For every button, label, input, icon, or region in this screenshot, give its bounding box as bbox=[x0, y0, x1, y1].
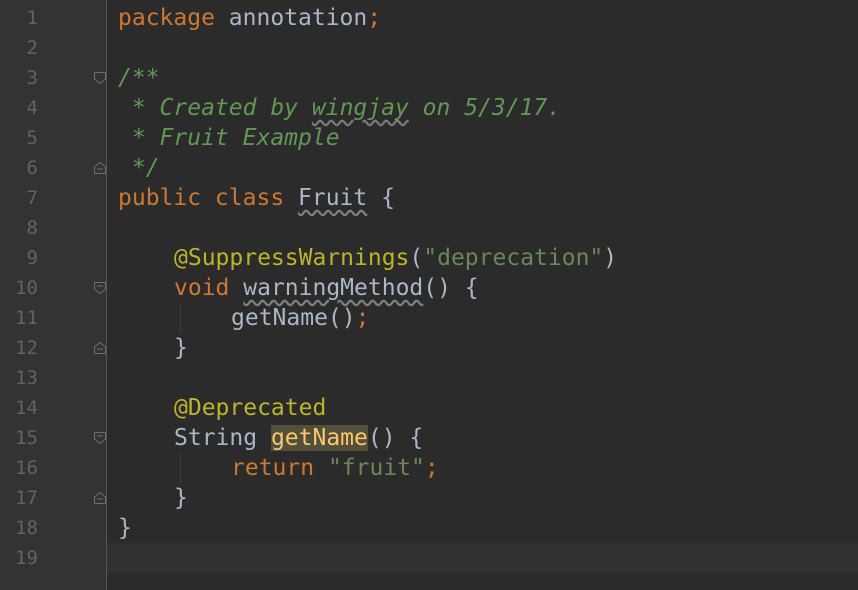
line-number: 2 bbox=[26, 37, 38, 59]
line-number: 10 bbox=[15, 277, 38, 299]
code-line-9[interactable]: @SuppressWarnings("deprecation") bbox=[174, 243, 617, 273]
line-number: 11 bbox=[15, 307, 38, 329]
closing-brace: } bbox=[174, 485, 188, 511]
class-name: Fruit bbox=[298, 185, 368, 211]
code-line-11[interactable]: getName(); bbox=[231, 303, 369, 333]
fold-end-icon[interactable] bbox=[93, 491, 107, 505]
current-line-highlight bbox=[107, 543, 858, 573]
fold-start-icon[interactable] bbox=[93, 71, 107, 85]
method-call: getName() bbox=[231, 305, 356, 331]
fold-start-icon[interactable] bbox=[93, 281, 107, 295]
doc-comment-text: * Fruit Example bbox=[118, 125, 340, 151]
code-line-16[interactable]: return "fruit"; bbox=[231, 453, 439, 483]
line-number: 9 bbox=[26, 247, 38, 269]
line-number: 12 bbox=[15, 337, 38, 359]
method-name: warningMethod bbox=[243, 275, 424, 301]
line-number: 3 bbox=[26, 67, 38, 89]
code-editor[interactable]: 1 2 3 4 5 6 7 8 9 10 11 12 13 14 15 16 1… bbox=[0, 0, 858, 590]
fold-end-icon[interactable] bbox=[93, 341, 107, 355]
void-keyword: void bbox=[174, 275, 244, 301]
semicolon: ; bbox=[355, 305, 370, 331]
closing-brace: } bbox=[174, 335, 188, 361]
method-signature-rest: () { bbox=[367, 425, 424, 451]
package-name: annotation bbox=[214, 5, 368, 31]
string-literal: "deprecation" bbox=[423, 245, 604, 271]
semicolon: ; bbox=[367, 5, 382, 31]
fold-start-icon[interactable] bbox=[93, 431, 107, 445]
line-number: 18 bbox=[15, 517, 38, 539]
package-keyword: package bbox=[118, 5, 215, 31]
class-keywords: public class bbox=[118, 185, 299, 211]
string-literal: "fruit" bbox=[327, 455, 425, 481]
line-number: 16 bbox=[15, 457, 38, 479]
method-signature-rest: () { bbox=[423, 275, 479, 301]
closing-brace: } bbox=[118, 515, 132, 541]
return-keyword: return bbox=[231, 455, 328, 481]
doc-comment-open: /** bbox=[118, 65, 160, 91]
code-line-17[interactable]: } bbox=[174, 483, 188, 513]
code-line-18[interactable]: } bbox=[118, 513, 132, 543]
code-line-4[interactable]: * Created by wingjay on 5/3/17. bbox=[118, 93, 561, 123]
code-line-5[interactable]: * Fruit Example bbox=[118, 123, 340, 153]
paren: ) bbox=[603, 245, 618, 271]
brace: { bbox=[367, 185, 395, 211]
code-line-15[interactable]: String getName() { bbox=[174, 423, 423, 453]
line-number: 7 bbox=[26, 187, 38, 209]
annotation-deprecated: @Deprecated bbox=[174, 395, 327, 421]
doc-comment-author: wingjay bbox=[311, 95, 409, 121]
line-number: 5 bbox=[26, 127, 38, 149]
code-line-6[interactable]: */ bbox=[118, 153, 160, 183]
indent-guide bbox=[180, 303, 181, 333]
doc-comment-date: on 5/3/17. bbox=[408, 95, 562, 121]
line-number: 1 bbox=[26, 7, 38, 29]
code-line-3[interactable]: /** bbox=[118, 63, 160, 93]
semicolon: ; bbox=[424, 455, 439, 481]
line-number: 4 bbox=[26, 97, 38, 119]
code-line-1[interactable]: package annotation; bbox=[118, 3, 381, 33]
fold-end-icon[interactable] bbox=[93, 161, 107, 175]
annotation-suppress-warnings: @SuppressWarnings bbox=[174, 245, 410, 271]
indent-guide bbox=[180, 453, 181, 483]
code-line-10[interactable]: void warningMethod() { bbox=[174, 273, 479, 303]
line-number: 13 bbox=[15, 367, 38, 389]
line-number: 19 bbox=[15, 547, 38, 569]
line-number: 6 bbox=[26, 157, 38, 179]
code-line-7[interactable]: public class Fruit { bbox=[118, 183, 395, 213]
doc-comment-close: */ bbox=[118, 155, 160, 181]
code-line-14[interactable]: @Deprecated bbox=[174, 393, 326, 423]
line-number: 17 bbox=[15, 487, 38, 509]
doc-comment-text: * Created by bbox=[118, 95, 312, 121]
paren: ( bbox=[409, 245, 424, 271]
line-number: 14 bbox=[15, 397, 38, 419]
code-line-12[interactable]: } bbox=[174, 333, 188, 363]
method-name-highlighted: getName bbox=[270, 425, 368, 451]
line-number: 15 bbox=[15, 427, 38, 449]
return-type: String bbox=[174, 425, 271, 451]
line-number: 8 bbox=[26, 217, 38, 239]
